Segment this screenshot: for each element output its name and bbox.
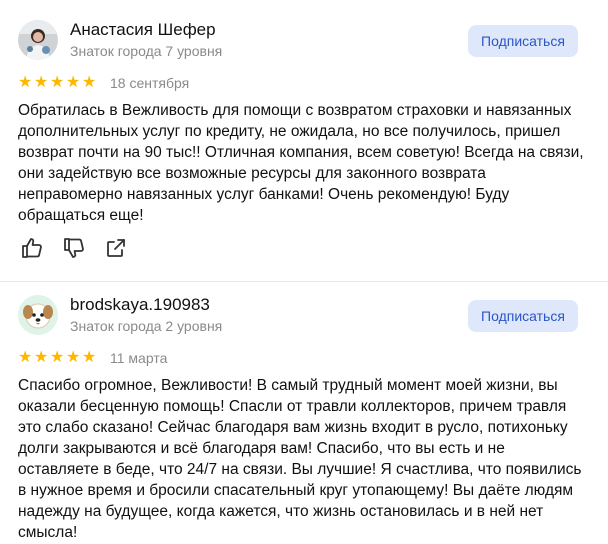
share-icon[interactable] [104, 236, 128, 260]
author-name[interactable]: brodskaya.190983 [70, 295, 210, 315]
review-divider [0, 281, 608, 282]
review-text: Спасибо огромное, Вежливости! В самый тр… [18, 377, 582, 541]
star-icon: ★ [82, 74, 97, 91]
author-level: Знаток города 2 уровня [70, 318, 223, 334]
star-icon: ★ [18, 74, 33, 91]
author-name[interactable]: Анастасия Шефер [70, 20, 216, 40]
review-date: 18 сентября [110, 75, 190, 91]
avatar[interactable] [18, 295, 58, 335]
star-icon: ★ [50, 349, 65, 366]
star-icon: ★ [34, 349, 49, 366]
review-date: 11 марта [110, 350, 168, 366]
star-icon: ★ [66, 349, 81, 366]
review-actions [20, 236, 128, 260]
like-icon[interactable] [20, 236, 44, 260]
avatar[interactable] [18, 20, 58, 60]
star-icon: ★ [82, 349, 97, 366]
rating-stars: ★ ★ ★ ★ ★ [18, 349, 97, 366]
subscribe-button[interactable]: Подписаться [468, 300, 578, 332]
review-text: Обратилась в Вежливость для помощи с воз… [18, 102, 584, 224]
rating-stars: ★ ★ ★ ★ ★ [18, 74, 97, 91]
star-icon: ★ [66, 74, 81, 91]
author-level: Знаток города 7 уровня [70, 43, 223, 59]
subscribe-button[interactable]: Подписаться [468, 25, 578, 57]
star-icon: ★ [34, 74, 49, 91]
star-icon: ★ [18, 349, 33, 366]
dislike-icon[interactable] [62, 236, 86, 260]
star-icon: ★ [50, 74, 65, 91]
